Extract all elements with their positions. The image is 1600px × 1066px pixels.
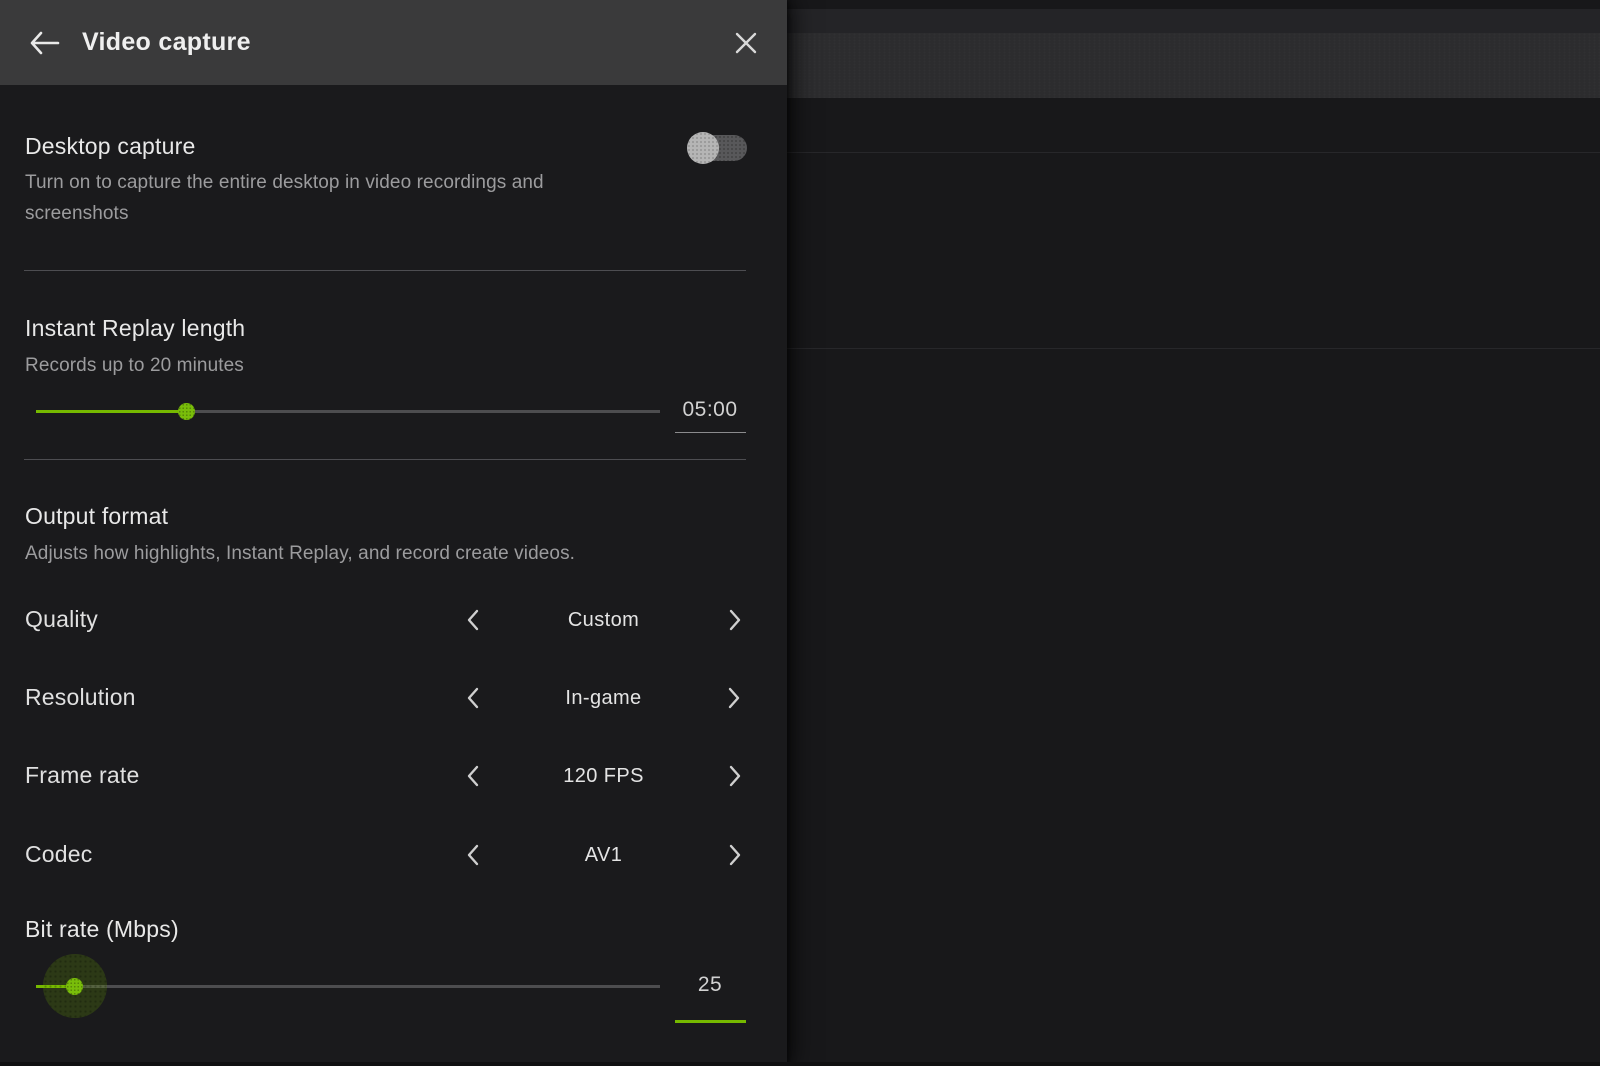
instant-replay-value-input[interactable]: 05:00 — [674, 398, 746, 422]
chevron-left-icon — [466, 844, 479, 866]
page-title: Video capture — [82, 28, 733, 57]
quality-prev-button[interactable] — [455, 598, 489, 642]
chevron-right-icon — [729, 844, 742, 866]
instant-replay-value-underline — [675, 432, 746, 433]
instant-replay-description: Records up to 20 minutes — [25, 350, 244, 381]
slider-track — [36, 985, 660, 988]
slider-fill — [36, 410, 186, 413]
output-format-description: Adjusts how highlights, Instant Replay, … — [25, 538, 575, 569]
codec-row: Codec AV1 — [25, 833, 763, 877]
codec-next-button[interactable] — [718, 833, 752, 877]
chevron-left-icon — [466, 687, 479, 709]
quality-selector: Custom — [455, 598, 752, 642]
frame-rate-value: 120 FPS — [563, 765, 644, 788]
frame-rate-row: Frame rate 120 FPS — [25, 754, 763, 798]
bit-rate-value-input[interactable]: 25 — [674, 973, 746, 997]
desktop-capture-toggle[interactable] — [691, 134, 747, 162]
frame-rate-prev-button[interactable] — [455, 754, 489, 798]
resolution-value: In-game — [565, 687, 641, 710]
bit-rate-value-underline — [675, 1020, 746, 1023]
quality-row: Quality Custom — [25, 598, 763, 642]
instant-replay-title: Instant Replay length — [25, 315, 245, 342]
frame-rate-selector: 120 FPS — [455, 754, 752, 798]
screen: Video capture Desktop capture Turn on to… — [0, 0, 1600, 1066]
background-divider — [787, 348, 1600, 349]
codec-prev-button[interactable] — [455, 833, 489, 877]
chevron-left-icon — [466, 765, 479, 787]
slider-knob[interactable] — [66, 978, 83, 995]
bit-rate-slider[interactable] — [36, 977, 660, 995]
chevron-left-icon — [466, 609, 479, 631]
codec-label: Codec — [25, 841, 92, 868]
desktop-capture-description: Turn on to capture the entire desktop in… — [25, 167, 645, 229]
instant-replay-slider[interactable] — [36, 402, 660, 420]
quality-value: Custom — [568, 609, 639, 632]
close-icon — [733, 30, 759, 56]
frame-rate-label: Frame rate — [25, 762, 139, 789]
arrow-left-icon — [28, 30, 60, 56]
background-divider — [787, 152, 1600, 153]
output-format-title: Output format — [25, 503, 168, 530]
resolution-selector: In-game — [455, 676, 752, 720]
bottom-edge-strip — [0, 1062, 1600, 1066]
frame-rate-next-button[interactable] — [718, 754, 752, 798]
chevron-right-icon — [729, 765, 742, 787]
quality-label: Quality — [25, 606, 98, 633]
chevron-right-icon — [728, 687, 741, 709]
divider — [24, 459, 746, 460]
panel-header: Video capture — [0, 0, 787, 85]
slider-knob[interactable] — [178, 403, 195, 420]
resolution-next-button[interactable] — [718, 676, 752, 720]
resolution-row: Resolution In-game — [25, 676, 763, 720]
background-app-area — [787, 0, 1600, 1066]
codec-value: AV1 — [585, 844, 623, 867]
quality-next-button[interactable] — [718, 598, 752, 642]
resolution-prev-button[interactable] — [455, 676, 489, 720]
chevron-right-icon — [729, 609, 742, 631]
bit-rate-label: Bit rate (Mbps) — [25, 916, 179, 943]
close-button[interactable] — [733, 30, 759, 56]
video-capture-panel: Video capture Desktop capture Turn on to… — [0, 0, 787, 1066]
codec-selector: AV1 — [455, 833, 752, 877]
desktop-capture-title: Desktop capture — [25, 133, 195, 160]
toggle-knob — [687, 132, 719, 164]
divider — [24, 270, 746, 271]
back-button[interactable] — [28, 30, 60, 56]
background-row-highlight — [787, 33, 1600, 98]
resolution-label: Resolution — [25, 684, 136, 711]
background-top-band — [787, 9, 1600, 33]
